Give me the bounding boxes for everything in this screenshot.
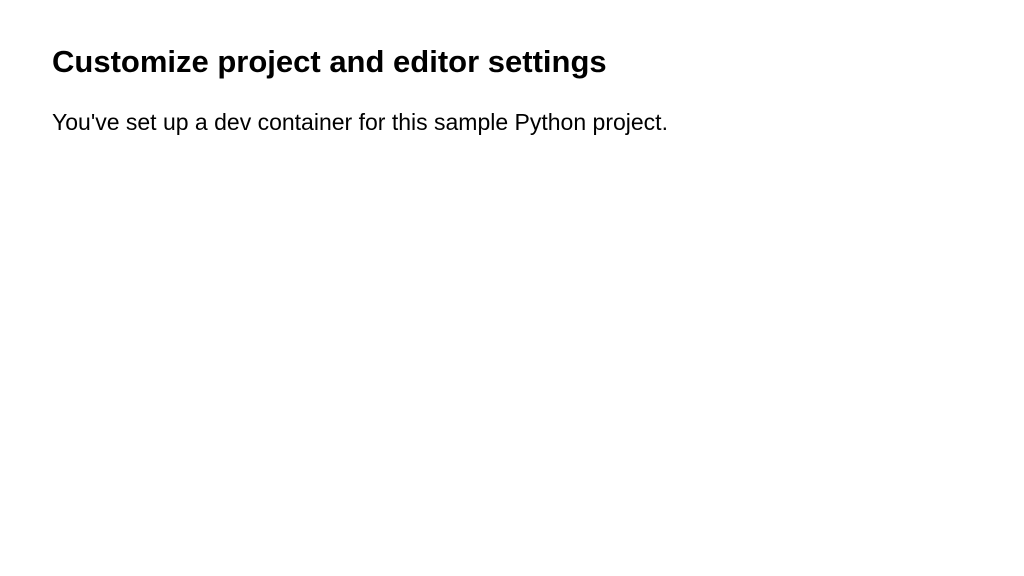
- page-heading: Customize project and editor settings: [52, 42, 972, 82]
- intro-paragraph: You've set up a dev container for this s…: [52, 106, 972, 138]
